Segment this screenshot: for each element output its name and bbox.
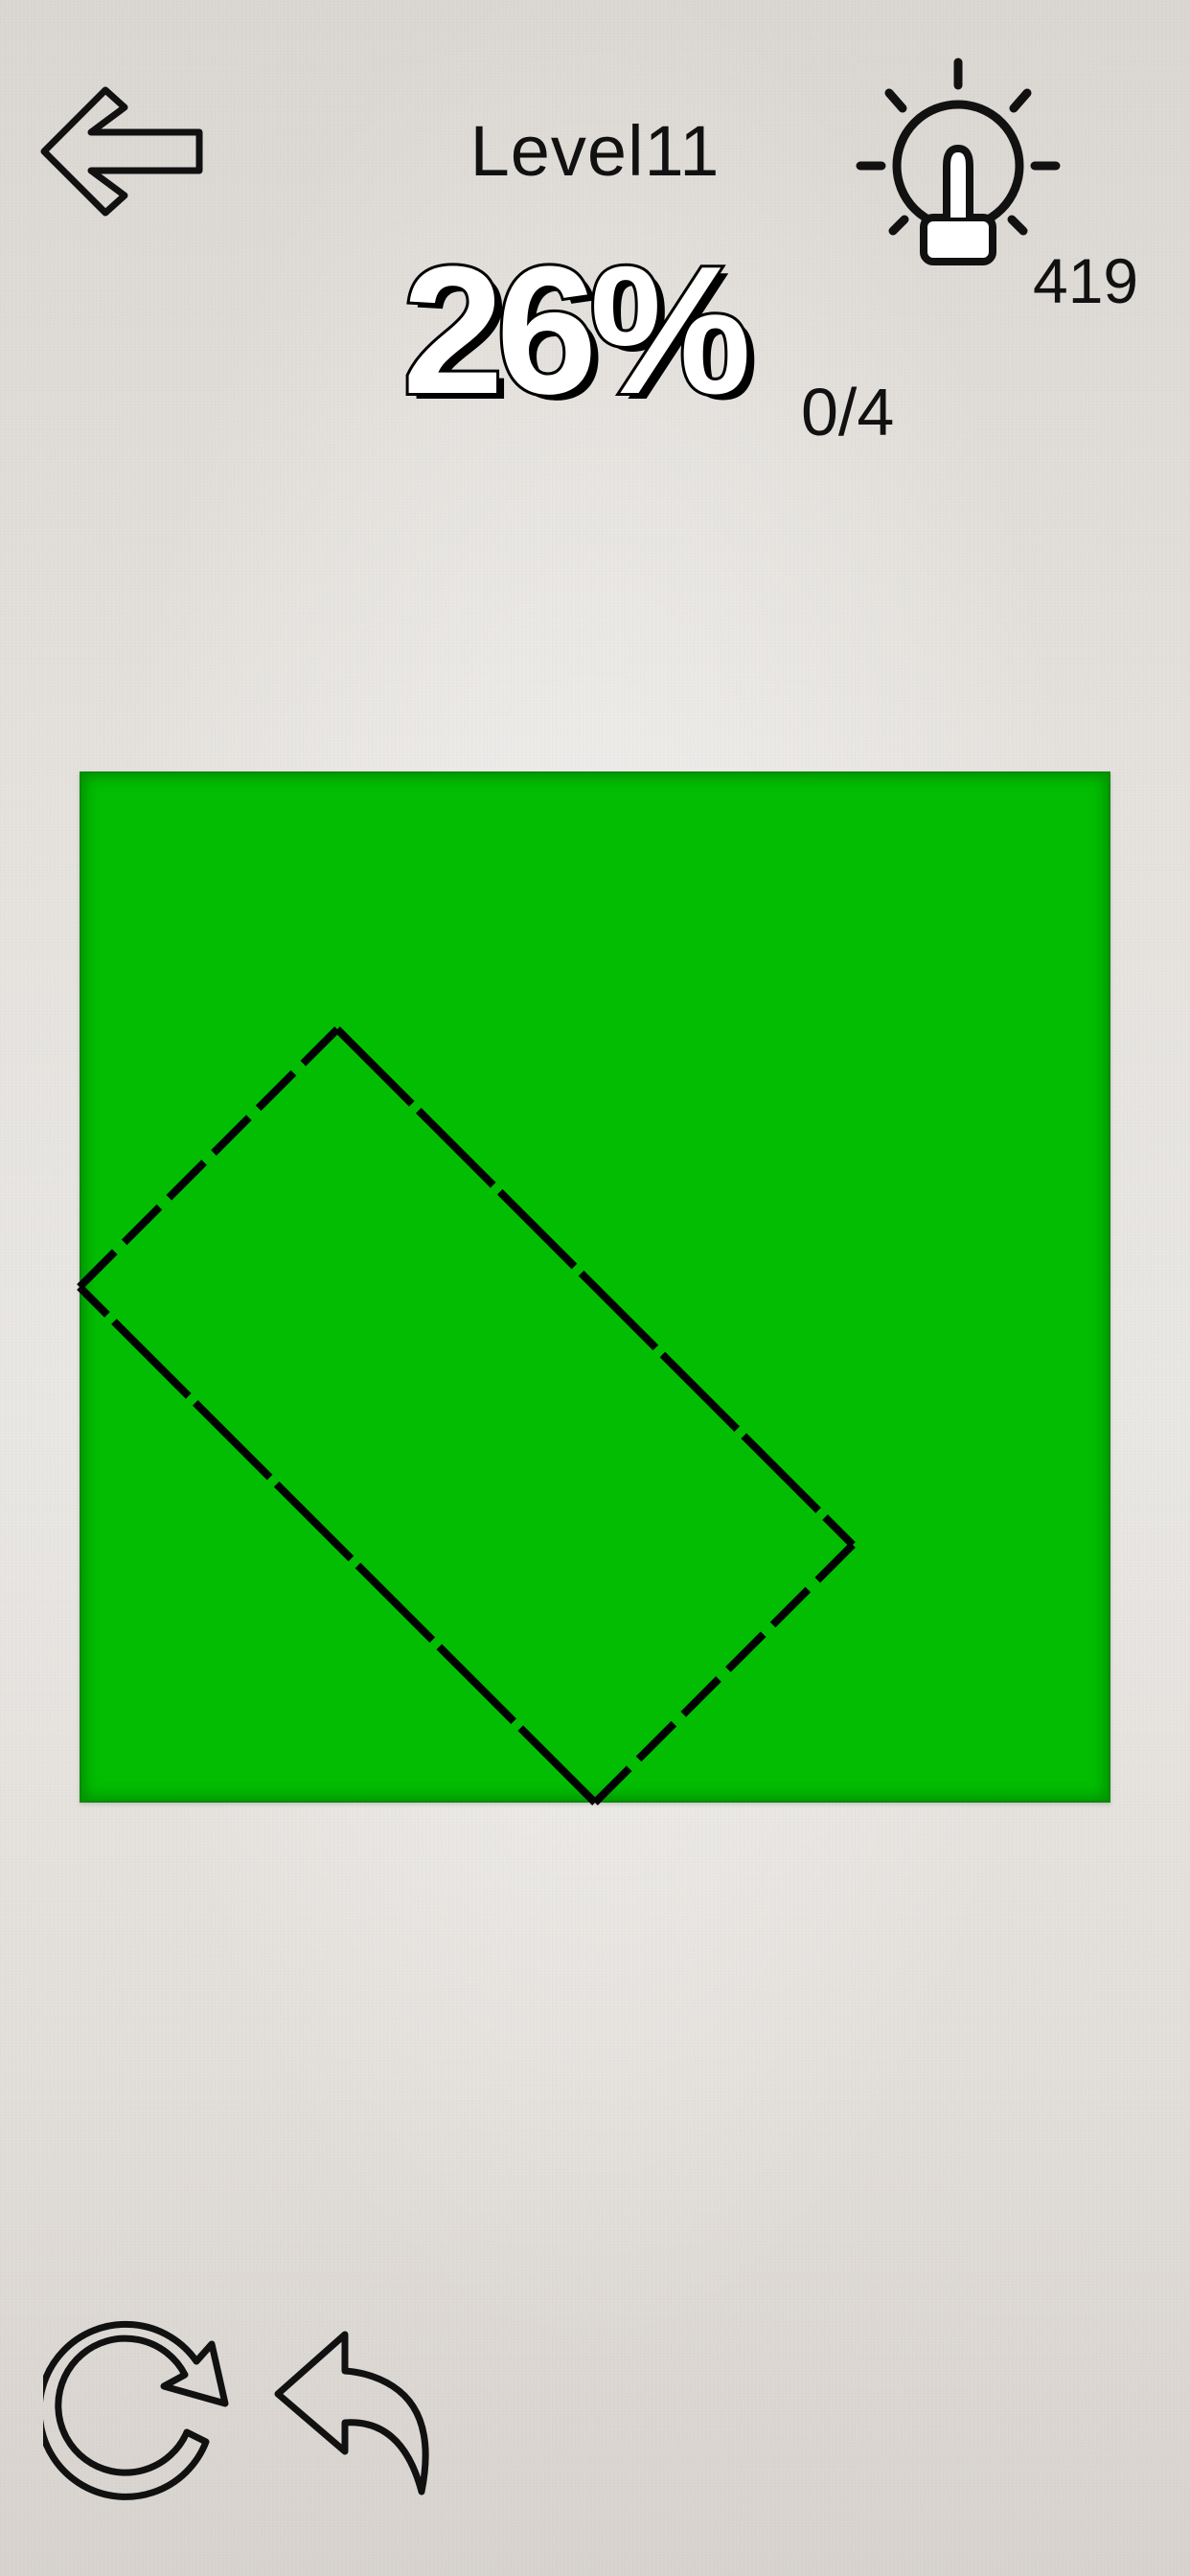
undo-button[interactable]	[268, 2319, 450, 2501]
cut-line-bottom-right	[592, 1542, 856, 1806]
cut-line-bottom-left	[77, 1284, 598, 1806]
redo-button[interactable]	[35, 2319, 235, 2501]
undo-icon	[274, 2331, 429, 2496]
cut-line-top-right	[334, 1026, 856, 1548]
cut-line-top-left	[77, 1026, 340, 1290]
cuts-counter: 0/4	[801, 375, 895, 449]
hint-count: 419	[1033, 245, 1139, 316]
progress-percent: 26%	[400, 229, 754, 432]
cut-outline	[77, 1026, 856, 1806]
redo-icon	[35, 2320, 229, 2500]
